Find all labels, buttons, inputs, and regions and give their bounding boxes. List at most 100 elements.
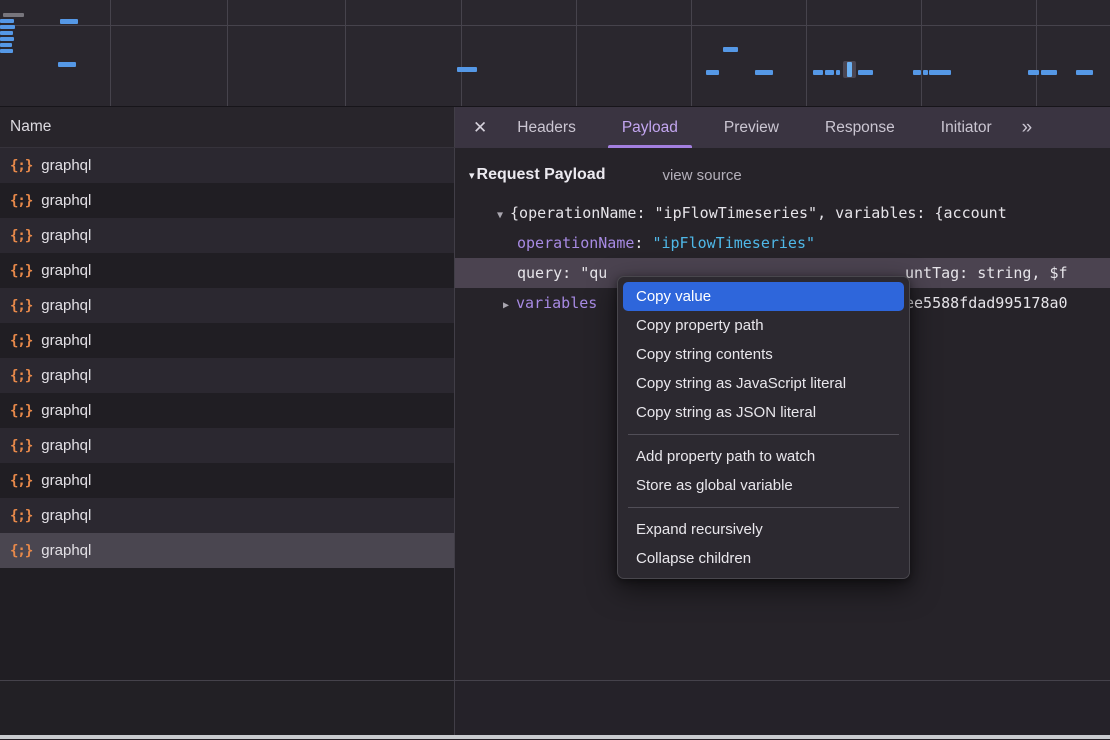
string-value: "ipFlowTimeseries" [652, 234, 815, 252]
tab-label: Payload [622, 119, 678, 137]
waterfall-bar [825, 70, 834, 75]
waterfall-bar [813, 70, 823, 75]
waterfall-bar [929, 70, 951, 75]
json-braces-icon: {;} [10, 403, 32, 419]
waterfall-bar [58, 62, 76, 67]
tab-initiator[interactable]: Initiator [927, 107, 1006, 148]
request-row[interactable]: {;} graphql [0, 218, 454, 253]
name-column-header[interactable]: Name [0, 107, 455, 148]
waterfall-bar [723, 47, 738, 52]
waterfall-bar [913, 70, 921, 75]
request-row[interactable]: {;}graphql [0, 533, 454, 568]
overview-gridline-horizontal [0, 25, 1110, 26]
json-braces-icon: {;} [10, 298, 32, 314]
json-braces-icon: {;} [10, 508, 32, 524]
menu-separator [628, 434, 899, 435]
request-name: graphql [41, 157, 91, 174]
menu-item-collapse-children[interactable]: Collapse children [623, 544, 904, 573]
json-braces-icon: {;} [10, 158, 32, 174]
json-braces-icon: {;} [10, 263, 32, 279]
waterfall-bar [706, 70, 719, 75]
tab-preview[interactable]: Preview [710, 107, 793, 148]
request-name: graphql [41, 227, 91, 244]
more-tabs-icon[interactable]: » [1022, 117, 1031, 139]
request-name: graphql [41, 367, 91, 384]
object-preview-text: {operationName: "ipFlowTimeseries", vari… [510, 204, 1007, 222]
context-menu: Copy valueCopy property pathCopy string … [617, 276, 910, 579]
json-braces-icon: {;} [10, 438, 32, 454]
view-source-link[interactable]: view source [662, 167, 741, 184]
footer-left [0, 681, 455, 735]
section-expanded-triangle-icon[interactable]: ▾ [469, 169, 475, 182]
tab-payload[interactable]: Payload [608, 107, 692, 148]
network-overview[interactable] [0, 0, 1110, 107]
request-name: graphql [41, 507, 91, 524]
request-row[interactable]: {;} graphql [0, 463, 454, 498]
waterfall-bar [923, 70, 928, 75]
section-title: Request Payload [477, 166, 606, 184]
variables-fragment-right: ee5588fdad995178a0 [905, 288, 1068, 318]
menu-item-expand-recursively[interactable]: Expand recursively [623, 515, 904, 544]
request-payload-section: ▾ Request Payload view source [469, 164, 1110, 186]
waterfall-bar [0, 31, 13, 35]
menu-item-copy-string-as-json-literal[interactable]: Copy string as JSON literal [623, 398, 904, 427]
waterfall-bar [1041, 70, 1057, 75]
request-row[interactable]: {;}graphql [0, 323, 454, 358]
tab-label: Initiator [941, 119, 992, 137]
payload-preview-row[interactable]: ▼ {operationName: "ipFlowTimeseries", var… [455, 198, 1110, 228]
tab-label: Response [825, 119, 895, 137]
request-row[interactable]: {;}graphql [0, 358, 454, 393]
waterfall-bar [1076, 70, 1093, 75]
header-strip: Name ✕ Headers Payload Preview Response Init… [0, 107, 1110, 148]
waterfall-bar [858, 70, 873, 75]
overview-gridline [345, 0, 346, 106]
json-braces-icon: {;} [10, 228, 32, 244]
waterfall-bar [0, 37, 14, 41]
footer-right [455, 681, 1110, 735]
request-row[interactable]: {;}graphql [0, 288, 454, 323]
menu-item-copy-property-path[interactable]: Copy property path [623, 311, 904, 340]
request-row[interactable]: {;} graphql [0, 253, 454, 288]
request-name: graphql [41, 472, 91, 489]
query-fragment-left: query: "qu [517, 264, 607, 282]
name-column-label: Name [10, 118, 51, 136]
json-braces-icon: {;} [10, 543, 32, 559]
waterfall-bar [1028, 70, 1039, 75]
close-icon[interactable]: ✕ [473, 118, 487, 138]
expanded-triangle-icon[interactable]: ▼ [497, 210, 503, 221]
collapsed-triangle-icon[interactable]: ▶ [503, 300, 509, 311]
page-edge-strip [0, 735, 1110, 739]
menu-item-copy-string-as-javascript-literal[interactable]: Copy string as JavaScript literal [623, 369, 904, 398]
overview-gridline [227, 0, 228, 106]
menu-item-copy-string-contents[interactable]: Copy string contents [623, 340, 904, 369]
request-name: graphql [41, 437, 91, 454]
tab-response[interactable]: Response [811, 107, 909, 148]
waterfall-bar [0, 49, 13, 53]
request-row[interactable]: {;}graphql [0, 183, 454, 218]
colon: : [634, 234, 652, 252]
request-row[interactable]: {;}graphql [0, 393, 454, 428]
menu-item-copy-value[interactable]: Copy value [623, 282, 904, 311]
overview-gridline [461, 0, 462, 106]
payload-row-operationname[interactable]: operationName: "ipFlowTimeseries" [455, 228, 1110, 258]
request-row[interactable]: {;} graphql [0, 498, 454, 533]
request-row[interactable]: {;} graphql [0, 428, 454, 463]
menu-item-store-as-global-variable[interactable]: Store as global variable [623, 471, 904, 500]
overview-gridline [921, 0, 922, 106]
overview-gridline [1036, 0, 1037, 106]
request-row[interactable]: {;} graphql [0, 148, 454, 183]
waterfall-bar [3, 13, 24, 17]
waterfall-bar [755, 70, 773, 75]
json-braces-icon: {;} [10, 473, 32, 489]
overview-gridline [576, 0, 577, 106]
waterfall-bar [0, 25, 15, 29]
json-braces-icon: {;} [10, 333, 32, 349]
tab-label: Headers [517, 119, 576, 137]
waterfall-bar [457, 67, 477, 72]
request-name: graphql [41, 262, 91, 279]
tab-headers[interactable]: Headers [503, 107, 590, 148]
tab-strip: Headers Payload Preview Response Initiator [503, 107, 1005, 148]
query-fragment-right: untTag: string, $f [905, 258, 1068, 288]
menu-item-add-property-path-to-watch[interactable]: Add property path to watch [623, 442, 904, 471]
menu-separator [628, 507, 899, 508]
